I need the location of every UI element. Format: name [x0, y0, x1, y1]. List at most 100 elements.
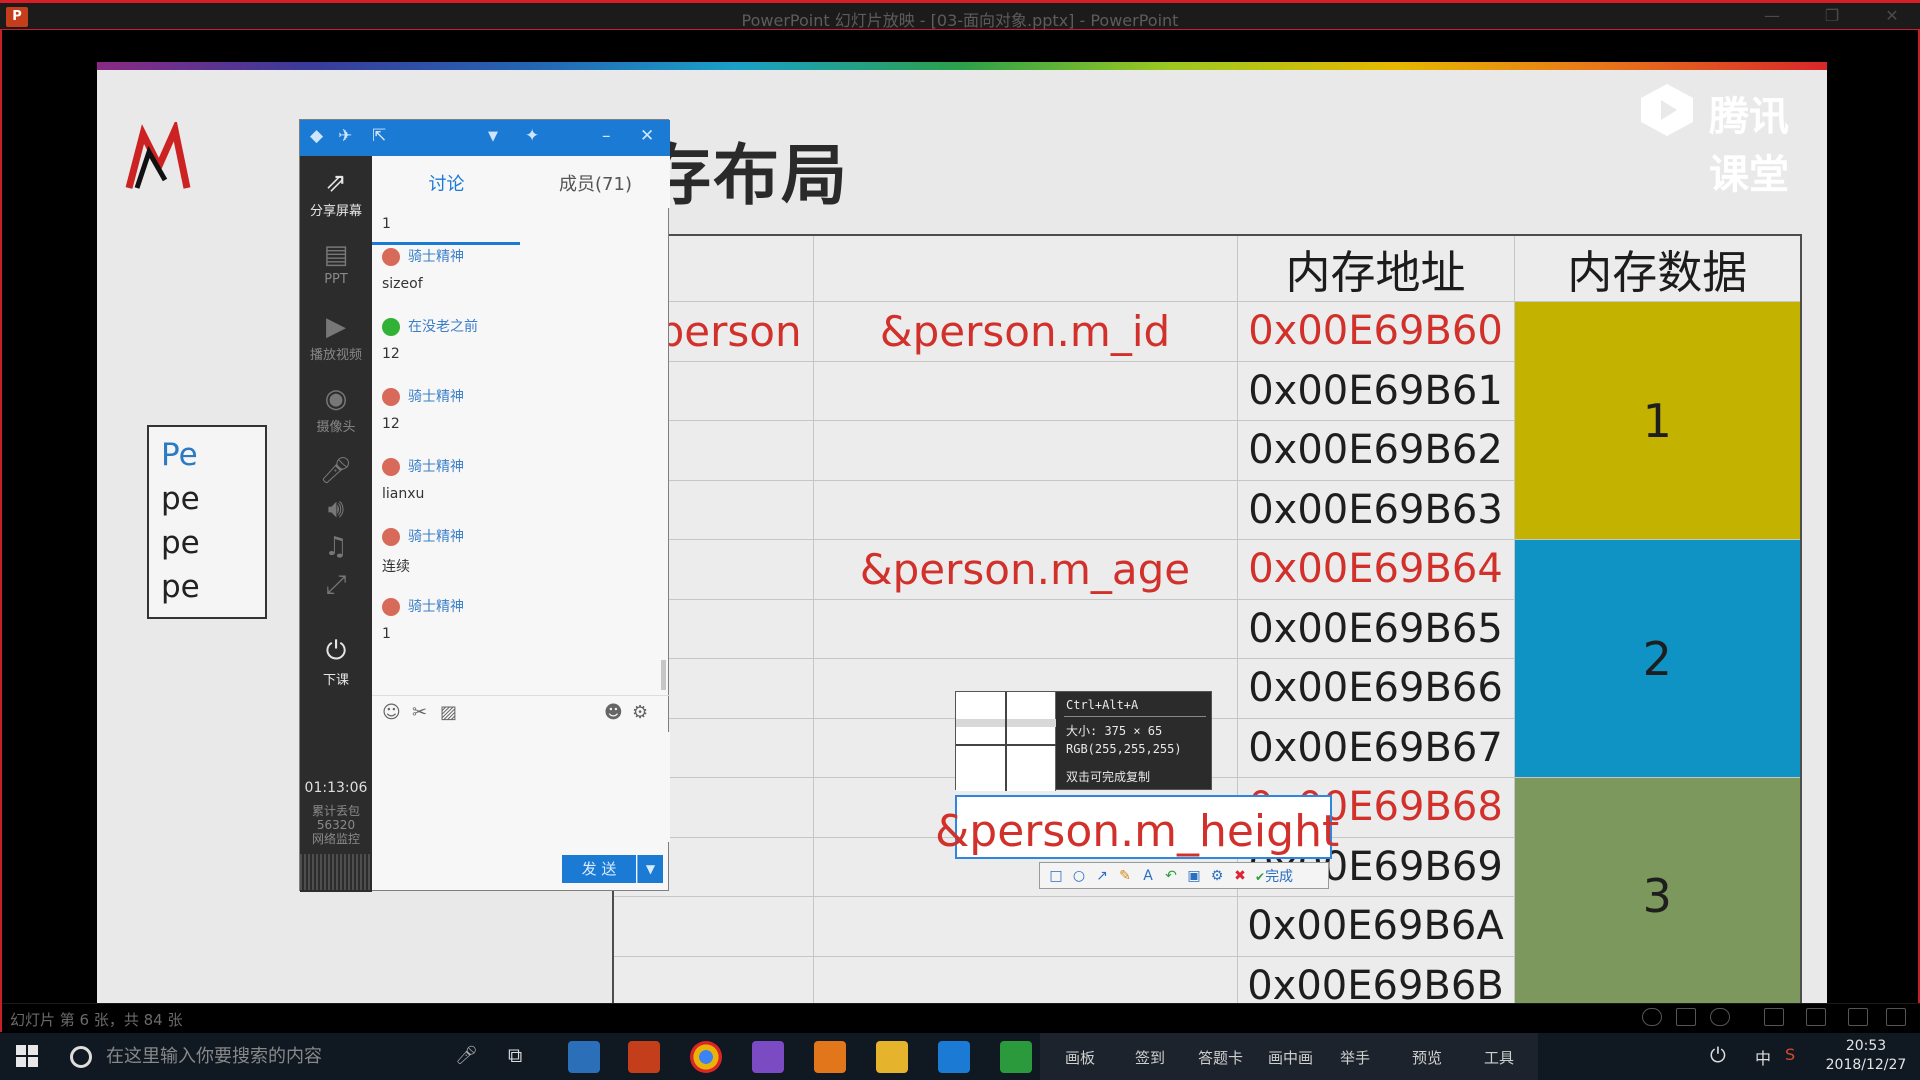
windows-start-icon[interactable] — [16, 1045, 38, 1067]
fullscreen-button[interactable]: ⤢ — [300, 570, 372, 603]
logo-icon[interactable]: ◆ — [310, 126, 323, 146]
task-view-icon[interactable]: ⧉ — [508, 1043, 522, 1067]
sogou-input-icon[interactable]: S — [1785, 1045, 1795, 1064]
member-address-label: &person.m_height — [935, 806, 1340, 857]
previous-slide-icon[interactable] — [1642, 1008, 1662, 1026]
empty-cell — [812, 479, 1238, 540]
tool-pip[interactable]: 画中画 — [1268, 1047, 1313, 1068]
end-class-button[interactable]: ⏻ 下课 — [300, 636, 372, 688]
send-button[interactable]: 发 送 — [562, 855, 636, 883]
tool-whiteboard[interactable]: 画板 — [1065, 1047, 1095, 1068]
tab-members[interactable]: 成员(71) — [521, 170, 670, 196]
camera-button[interactable]: ◉ 摄像头 — [300, 384, 372, 435]
clock-date: 2018/12/27 — [1825, 1057, 1907, 1073]
mic-button[interactable]: 🎤︎ — [300, 456, 372, 488]
member-address-label: &person.m_id — [812, 301, 1238, 362]
ppt-button[interactable]: ▤ PPT — [300, 240, 372, 287]
top-rainbow-bar — [97, 62, 1827, 70]
slideshow-icon[interactable] — [1886, 1008, 1906, 1026]
chat-message-text: 1 — [382, 626, 391, 642]
minimize-icon[interactable]: – — [602, 126, 611, 146]
rect-icon[interactable]: □ — [1048, 868, 1064, 884]
address-cell: 0x00E69B61 — [1236, 360, 1515, 421]
sublime-text-icon[interactable] — [814, 1041, 846, 1073]
powerpoint-taskbar-icon[interactable] — [628, 1041, 660, 1073]
minimize-button[interactable]: — — [1752, 6, 1792, 28]
next-slide-icon[interactable] — [1710, 1008, 1730, 1026]
image-icon[interactable]: ▨ — [440, 702, 457, 723]
capture-rgb: RGB(255,255,255) — [1066, 742, 1182, 756]
chat-message-text: 12 — [382, 416, 400, 432]
arrow-icon[interactable]: ↗ — [1094, 868, 1110, 884]
chat-message-text: 12 — [382, 346, 400, 362]
network-stats: 累计丢包 56320 网络监控 — [300, 804, 372, 846]
ellipse-icon[interactable]: ○ — [1071, 868, 1087, 884]
panel-tabs: 讨论 成员(71) — [372, 156, 670, 208]
cancel-icon[interactable]: ✖ — [1232, 868, 1248, 884]
mosaic-icon[interactable]: ⚙ — [1209, 868, 1225, 884]
user-manage-icon[interactable]: ☻ — [604, 702, 623, 723]
tool-answer-card[interactable]: 答题卡 — [1198, 1047, 1243, 1068]
plane-icon[interactable]: ✈ — [338, 126, 352, 146]
close-button[interactable]: ✕ — [1872, 6, 1912, 28]
slide[interactable]: 内存布局 腾讯课堂 Pe pe pe pe 内存地址 内存数据 &person … — [97, 62, 1827, 1024]
slide-sorter-icon[interactable] — [1806, 1008, 1826, 1026]
taskbar-search[interactable]: 在这里输入你要搜索的内容 — [70, 1042, 322, 1068]
brush-icon[interactable]: ✎ — [1117, 868, 1133, 884]
restore-button[interactable]: ❐ — [1812, 6, 1852, 28]
chat-sender[interactable]: 骑士精神 — [382, 526, 464, 546]
close-icon[interactable]: ✕ — [640, 126, 654, 146]
emoji-icon[interactable]: ☺ — [382, 702, 401, 723]
reading-view-icon[interactable] — [1848, 1008, 1868, 1026]
share-screen-button[interactable]: ⇗ 分享屏幕 — [300, 168, 372, 219]
share-out-icon[interactable]: ⇱ — [372, 126, 386, 146]
chat-sender[interactable]: 在没老之前 — [382, 316, 478, 336]
taskbar-clock[interactable]: 20:53 2018/12/27 — [1818, 1037, 1914, 1075]
data-cell: 3 — [1513, 777, 1802, 1016]
file-explorer-icon[interactable] — [876, 1041, 908, 1073]
slide-menu-icon[interactable] — [1676, 1008, 1696, 1026]
chat-sender[interactable]: 骑士精神 — [382, 456, 464, 476]
chat-sender[interactable]: 骑士精神 — [382, 386, 464, 406]
done-button[interactable]: ✔完成 — [1255, 866, 1293, 886]
tool-checkin[interactable]: 签到 — [1135, 1047, 1165, 1068]
tool-raise-hand[interactable]: 举手 — [1340, 1047, 1370, 1068]
text-icon[interactable]: A — [1140, 868, 1156, 884]
chevron-down-icon[interactable]: ▼ — [488, 129, 498, 144]
tool-tools[interactable]: 工具 — [1484, 1047, 1514, 1068]
chat-input[interactable] — [372, 732, 670, 842]
gear-icon[interactable]: ⚙ — [632, 702, 648, 723]
visual-studio-icon[interactable] — [752, 1041, 784, 1073]
normal-view-icon[interactable] — [1764, 1008, 1784, 1026]
undo-icon[interactable]: ↶ — [1163, 868, 1179, 884]
sender-name: 骑士精神 — [408, 249, 464, 265]
code-line: pe — [161, 481, 200, 517]
capture-magnifier-panel: Ctrl+Alt+A 大小: 375 × 65 RGB(255,255,255)… — [955, 691, 1212, 791]
chat-sender[interactable]: 骑士精神 — [382, 246, 464, 266]
music-button[interactable]: ♫ — [300, 532, 372, 564]
send-options-chevron-down-icon[interactable]: ▼ — [637, 855, 663, 883]
search-placeholder: 在这里输入你要搜索的内容 — [106, 1046, 322, 1067]
save-icon[interactable]: ▣ — [1186, 868, 1202, 884]
tencent-classroom-taskbar-icon[interactable] — [938, 1041, 970, 1073]
power-icon[interactable]: ⏻ — [1710, 1043, 1726, 1067]
start-tile — [28, 1057, 38, 1067]
audio-waveform — [300, 854, 372, 890]
scissors-icon[interactable]: ✂ — [412, 702, 427, 723]
tab-discussion[interactable]: 讨论 — [372, 170, 521, 196]
speaker-button[interactable]: 🔊︎ — [300, 494, 372, 527]
app-icon-remote[interactable] — [568, 1041, 600, 1073]
ime-indicator[interactable]: 中 — [1755, 1045, 1771, 1069]
video-icon: ▶ — [326, 312, 346, 342]
chrome-icon[interactable] — [690, 1041, 722, 1073]
chat-scrollbar[interactable] — [661, 660, 666, 690]
chat-sender[interactable]: 骑士精神 — [382, 596, 464, 616]
pin-icon[interactable]: ✦ — [525, 126, 539, 146]
play-video-button[interactable]: ▶ 播放视频 — [300, 312, 372, 363]
done-label: 完成 — [1265, 868, 1294, 885]
tool-preview[interactable]: 预览 — [1412, 1047, 1442, 1068]
cmd-app-icon[interactable] — [1000, 1041, 1032, 1073]
clock-time: 20:53 — [1845, 1038, 1887, 1054]
microphone-icon[interactable]: 🎤︎ — [455, 1045, 478, 1066]
zoom-crosshair-horizontal — [956, 744, 1056, 746]
